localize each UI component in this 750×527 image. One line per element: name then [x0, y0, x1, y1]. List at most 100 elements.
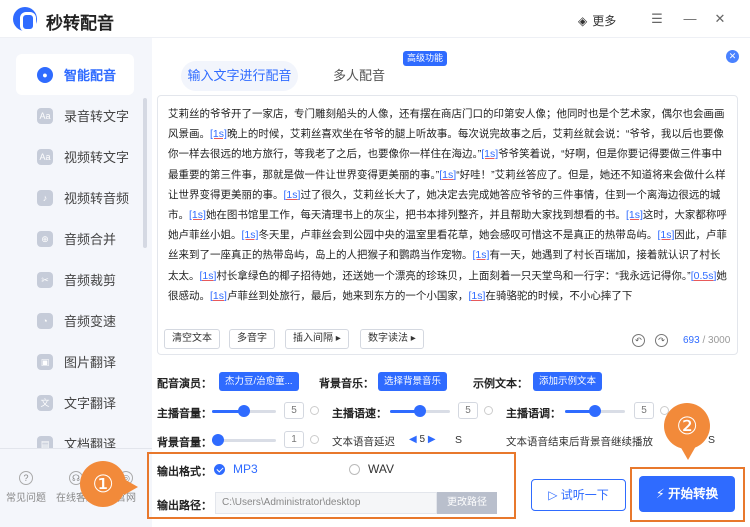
text-editor[interactable]: 艾莉丝的爷爷开了一家店，专门雕刻船头的人像，还有摆在商店门口的印第安人像；他同时… — [157, 95, 738, 355]
sidebar-item-video-to-text[interactable]: Aa 视频转文字 — [0, 136, 148, 177]
speed-reset-icon[interactable] — [484, 406, 493, 415]
app-title: 秒转配音 — [46, 14, 114, 33]
decrease-icon[interactable]: ◀ — [409, 434, 417, 445]
step-one-marker: ① — [80, 461, 126, 507]
increase-icon[interactable]: ▶ — [428, 434, 436, 445]
sample-select[interactable]: 添加示例文本 — [533, 372, 603, 391]
video-audio-icon: ♪ — [37, 189, 53, 206]
sidebar-item-label: 智能配音 — [64, 68, 117, 83]
bg-volume-reset-icon[interactable] — [310, 435, 319, 444]
pause-tag[interactable]: [1s] — [481, 148, 498, 160]
pitch-slider[interactable] — [565, 405, 625, 417]
char-counter: 693 / 3000 — [683, 335, 730, 346]
sample-label: 示例文本： — [473, 378, 528, 390]
text-segment: 她在图书馆里工作，每天清理书上的灰尘，把书本排列整齐，并且帮助大家找到想看的书。 — [205, 209, 626, 222]
minimize-icon[interactable]: — — [683, 12, 697, 26]
text-segment: 在骑骆驼的时候，不小心摔了下 — [485, 289, 633, 302]
start-label: 开始转换 — [668, 487, 719, 501]
delay-stepper[interactable]: ◀ 5 ▶ — [409, 434, 436, 445]
sidebar-item-label: 音频合并 — [64, 232, 117, 247]
title-bar: 秒转配音 ◈ 更多 ☰ — ✕ — [0, 0, 750, 38]
speed-value[interactable]: 5 — [458, 402, 478, 419]
audio-text-icon: Aa — [37, 107, 53, 124]
tab-text-dubbing[interactable]: 输入文字进行配音 — [181, 61, 298, 91]
preview-button[interactable]: ▷ 试听一下 — [531, 479, 626, 511]
sidebar-item-label: 音频裁剪 — [64, 273, 117, 288]
faq-label: 常见问题 — [6, 493, 46, 504]
editor-text[interactable]: 艾莉丝的爷爷开了一家店，专门雕刻船头的人像，还有摆在商店门口的印第安人像；他同时… — [168, 104, 728, 322]
layers-icon: ◈ — [578, 13, 588, 28]
pause-tag[interactable]: [1s] — [200, 270, 217, 282]
sidebar-item-text-translate[interactable]: 文文字翻译 — [0, 382, 148, 423]
pitch-label: 主播语调： — [506, 408, 561, 420]
close-panel-icon[interactable]: ✕ — [726, 50, 739, 63]
bg-volume-value[interactable]: 1 — [284, 431, 304, 448]
pause-tag[interactable]: [1s] — [242, 229, 259, 241]
text-translate-icon: 文 — [37, 394, 53, 411]
continue-unit: S — [708, 434, 716, 446]
wav-radio[interactable] — [349, 464, 360, 475]
start-convert-button[interactable]: ⚡ 开始转换 — [639, 476, 735, 512]
preview-label: 试听一下 — [560, 488, 609, 502]
sidebar-item-image-translate[interactable]: ▣ 图片翻译 — [0, 341, 148, 382]
sidebar-item-audio-cut[interactable]: ✂ 音频裁剪 — [0, 259, 148, 300]
menu-icon[interactable]: ☰ — [650, 12, 664, 26]
sidebar-scrollbar[interactable] — [143, 98, 147, 248]
faq-button[interactable]: ? 常见问题 — [2, 471, 50, 504]
pause-tag[interactable]: [1s] — [439, 169, 456, 181]
bg-volume-slider[interactable] — [212, 434, 276, 446]
undo-icon[interactable]: ↶ — [632, 334, 645, 347]
close-window-icon[interactable]: ✕ — [713, 12, 727, 26]
speed-icon: ◔ — [37, 312, 53, 329]
image-translate-icon: ▣ — [37, 353, 53, 370]
continue-label: 文本语音结束后背景音继续播放 — [506, 436, 653, 448]
pause-tag[interactable]: [1s] — [626, 209, 643, 221]
sidebar-item-audio-to-text[interactable]: Aa 录音转文字 — [0, 95, 148, 136]
mp3-label[interactable]: MP3 — [233, 462, 258, 476]
delay-label: 文本语音延迟 — [332, 436, 395, 448]
pitch-value[interactable]: 5 — [634, 402, 654, 419]
volume-reset-icon[interactable] — [310, 406, 319, 415]
pause-tag[interactable]: [1s] — [468, 290, 485, 302]
text-segment: 村长拿绿色的椰子招待她，还送她一个漂亮的珍珠贝，上面刻着一只天堂鸟和一行字：“我… — [216, 269, 691, 282]
step-two-arrow — [680, 446, 696, 460]
volume-label: 主播音量： — [157, 408, 212, 420]
sidebar-item-audio-speed[interactable]: ◔ 音频变速 — [0, 300, 148, 341]
output-path-field[interactable]: C:\Users\Administrator\desktop — [215, 492, 437, 514]
anchor-label: 配音演员： — [157, 378, 212, 390]
delay-unit: S — [455, 434, 463, 446]
question-icon: ? — [19, 471, 33, 485]
delay-value: 5 — [419, 434, 426, 445]
pause-tag[interactable]: [1s] — [473, 249, 490, 261]
tab-multi-voice[interactable]: 多人配音 — [324, 61, 394, 91]
pause-tag[interactable]: [1s] — [284, 189, 301, 201]
speed-slider[interactable] — [390, 405, 450, 417]
insert-pause-button[interactable]: 插入间隔 ▸ — [285, 329, 349, 349]
sidebar-item-video-to-audio[interactable]: ♪ 视频转音频 — [0, 177, 148, 218]
bgm-label: 背景音乐： — [319, 378, 374, 390]
pause-tag[interactable]: [1s] — [210, 128, 227, 140]
clear-text-button[interactable]: 清空文本 — [164, 329, 220, 349]
wav-label[interactable]: WAV — [368, 462, 394, 476]
mode-tabs: 输入文字进行配音 多人配音 — [181, 61, 411, 91]
polyphone-button[interactable]: 多音字 — [229, 329, 275, 349]
more-menu[interactable]: ◈ 更多 — [578, 12, 616, 29]
number-reading-button[interactable]: 数字读法 ▸ — [360, 329, 424, 349]
char-max: / 3000 — [702, 335, 731, 346]
pause-tag[interactable]: [0.5s] — [691, 270, 717, 282]
sidebar-item-smart-dubbing[interactable]: ● 智能配音 — [16, 54, 134, 95]
change-path-button[interactable]: 更改路径 — [437, 492, 497, 514]
pause-tag[interactable]: [1s] — [189, 209, 206, 221]
mp3-radio[interactable] — [214, 464, 225, 475]
redo-icon[interactable]: ↷ — [655, 334, 668, 347]
pause-tag[interactable]: [1s] — [210, 290, 227, 302]
volume-value[interactable]: 5 — [284, 402, 304, 419]
volume-slider[interactable] — [212, 405, 276, 417]
anchor-select[interactable]: 杰力豆/治愈童... — [219, 372, 299, 391]
more-label: 更多 — [592, 14, 617, 28]
pause-tag[interactable]: [1s] — [657, 229, 674, 241]
sidebar-item-audio-merge[interactable]: ⊕ 音频合并 — [0, 218, 148, 259]
bgm-select[interactable]: 选择背景音乐 — [378, 372, 448, 391]
text-segment: 卢菲丝到处旅行，最后，她来到东方的一个小国家， — [226, 289, 469, 302]
step-one-arrow — [124, 479, 138, 495]
